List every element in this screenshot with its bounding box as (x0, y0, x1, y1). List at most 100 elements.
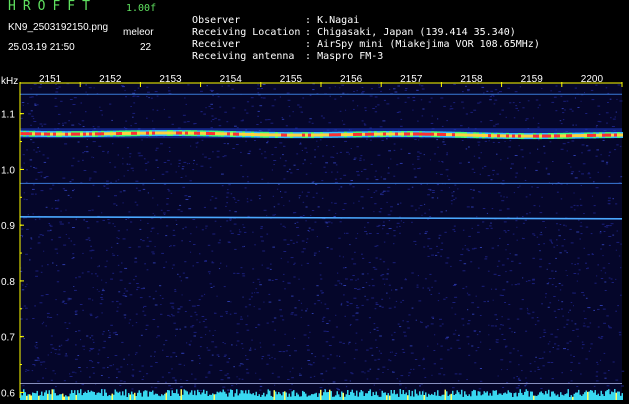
noise-pixel (193, 335, 196, 337)
noise-pixel (29, 247, 32, 249)
noise-pixel (532, 311, 535, 313)
noise-pixel (302, 97, 305, 99)
noise-pixel (157, 233, 159, 235)
noise-pixel (324, 221, 328, 223)
noise-pixel (130, 167, 134, 169)
echo-core (347, 133, 350, 137)
floor-spike (581, 395, 583, 400)
noise-pixel (376, 378, 379, 380)
noise-pixel (556, 239, 558, 241)
noise-pixel (383, 221, 385, 223)
noise-pixel (515, 220, 518, 222)
noise-pixel (115, 334, 118, 336)
noise-pixel (89, 348, 93, 349)
noise-pixel (513, 377, 515, 379)
noise-pixel (326, 226, 329, 227)
noise-pixel (122, 295, 124, 296)
floor-spike (257, 396, 259, 400)
floor-spike (204, 393, 206, 400)
floor-spike (450, 393, 452, 400)
noise-pixel (232, 197, 235, 199)
noise-pixel (361, 253, 363, 255)
noise-pixel (586, 145, 589, 147)
noise-pixel (246, 372, 250, 374)
noise-pixel (573, 155, 576, 156)
noise-pixel (505, 345, 508, 347)
noise-pixel (320, 290, 323, 292)
noise-pixel (478, 388, 482, 390)
noise-pixel (563, 326, 566, 328)
noise-pixel (55, 353, 57, 354)
noise-pixel (393, 230, 396, 232)
noise-pixel (342, 209, 345, 210)
noise-pixel (305, 195, 308, 197)
floor-spike (416, 393, 418, 400)
noise-pixel (38, 150, 41, 152)
noise-pixel (116, 377, 118, 379)
echo-core (392, 132, 395, 136)
floor-spike (435, 395, 437, 400)
floor-spike (96, 392, 98, 400)
noise-pixel (620, 243, 622, 245)
noise-pixel (427, 287, 430, 289)
noise-pixel (515, 105, 518, 107)
noise-pixel (405, 278, 407, 280)
echo-core (107, 132, 110, 136)
floor-spike (161, 394, 163, 400)
noise-pixel (454, 373, 458, 375)
noise-pixel (536, 236, 539, 238)
noise-pixel (343, 362, 346, 364)
noise-pixel (334, 98, 337, 100)
noise-pixel (57, 270, 60, 272)
noise-pixel (579, 198, 582, 200)
noise-pixel (342, 256, 344, 258)
noise-pixel (218, 356, 220, 357)
noise-pixel (59, 221, 62, 223)
noise-pixel (318, 250, 320, 252)
floor-spike (230, 389, 232, 400)
floor-spike (276, 394, 278, 400)
noise-pixel (136, 289, 139, 291)
noise-pixel (605, 87, 608, 89)
noise-pixel (583, 247, 585, 249)
floor-spike (443, 394, 445, 400)
noise-pixel (326, 308, 329, 310)
floor-spike (33, 393, 35, 400)
noise-pixel (179, 204, 182, 206)
noise-pixel (543, 351, 546, 353)
floor-spike (438, 395, 440, 400)
noise-pixel (367, 222, 370, 224)
noise-pixel (366, 138, 368, 140)
noise-pixel (281, 366, 283, 368)
noise-pixel (604, 281, 607, 283)
echo-core (557, 134, 560, 138)
floor-spike (312, 394, 314, 400)
noise-pixel (82, 345, 86, 347)
noise-pixel (56, 281, 60, 283)
noise-pixel (519, 86, 521, 88)
noise-pixel (376, 327, 379, 329)
floor-spike (584, 392, 586, 400)
echo-core (464, 133, 467, 137)
noise-pixel (85, 146, 89, 148)
floor-spike (77, 390, 79, 400)
noise-pixel (367, 189, 370, 191)
noise-pixel (306, 242, 308, 243)
noise-pixel (170, 163, 172, 165)
noise-pixel (245, 368, 249, 370)
noise-pixel (591, 99, 595, 101)
noise-pixel (152, 109, 154, 111)
noise-pixel (93, 157, 95, 159)
floor-spike (62, 393, 64, 400)
noise-pixel (284, 160, 287, 162)
noise-pixel (362, 207, 364, 209)
noise-pixel (485, 228, 489, 230)
noise-pixel (376, 330, 379, 331)
noise-pixel (539, 258, 543, 260)
echo-core (104, 132, 107, 136)
noise-pixel (374, 359, 377, 361)
noise-pixel (479, 191, 481, 193)
floor-spike (326, 392, 328, 400)
noise-pixel (271, 154, 274, 156)
echo-core (395, 132, 398, 136)
